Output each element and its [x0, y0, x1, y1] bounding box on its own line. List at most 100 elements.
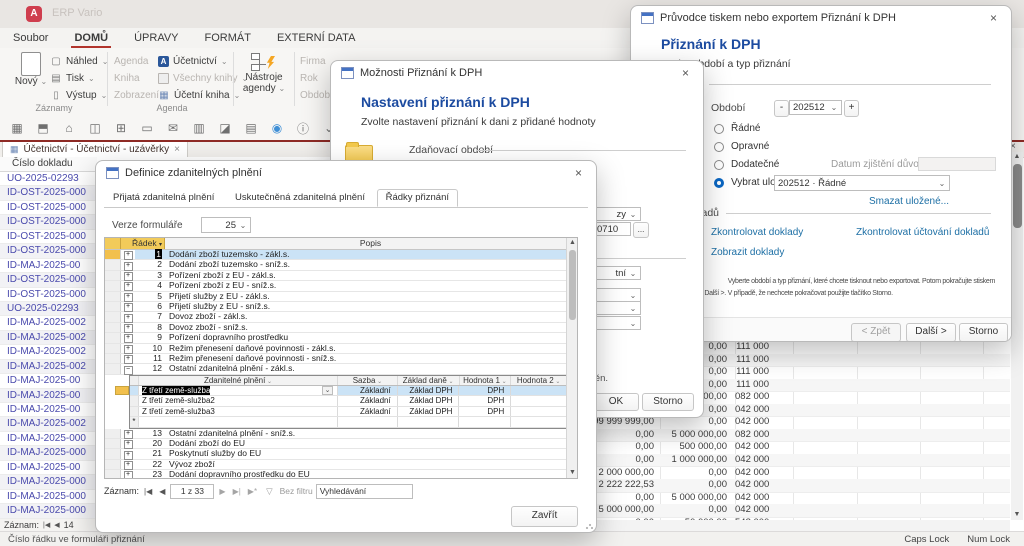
doc-list-item[interactable]: ID-OST-2025-000 — [0, 186, 97, 200]
row-selector[interactable] — [105, 449, 121, 458]
doc-list-item[interactable]: ID-MAJ-2025-000 — [0, 504, 97, 518]
doc-list-item[interactable]: ID-MAJ-2025-002 — [0, 345, 97, 359]
doc-list-item[interactable]: ID-MAJ-2025-00 — [0, 259, 97, 273]
chevron-down-icon[interactable]: ⌄ — [265, 379, 272, 385]
radio-dodatecne-label[interactable]: Dodatečné — [731, 159, 779, 170]
declaration-row[interactable]: +4Pořízení zboží z EU - sníž.s. — [105, 281, 577, 291]
chevron-down-icon[interactable]: ⌄ — [628, 317, 638, 329]
tab-prijata-plneni[interactable]: Přijatá zdanitelná plnění — [104, 189, 223, 207]
prev-record-icon[interactable]: ◀ — [157, 487, 167, 496]
menu-tab-soubor[interactable]: Soubor — [12, 30, 49, 46]
value2-cell[interactable] — [511, 396, 566, 405]
row-selector[interactable] — [105, 429, 121, 438]
browse-button[interactable]: ... — [633, 222, 649, 238]
empty-cell[interactable] — [459, 417, 511, 426]
subtable-new-row[interactable]: * — [130, 417, 566, 427]
radio-radne[interactable] — [714, 124, 724, 134]
rate-cell[interactable]: Základní — [338, 386, 398, 395]
doc-list-item[interactable]: UO-2025-02293 — [0, 172, 97, 186]
empty-cell[interactable] — [338, 417, 398, 426]
doc-list-item[interactable]: ID-OST-2025-000 — [0, 215, 97, 229]
chevron-down-icon[interactable]: ⌄ — [937, 176, 947, 190]
declaration-row[interactable]: +10Režim přenesení daňové povinnosti - z… — [105, 344, 577, 354]
doc-list-item[interactable]: ID-OST-2025-000 — [0, 288, 97, 302]
mail-icon[interactable]: ✉ — [166, 121, 180, 135]
next-button[interactable]: Další > — [906, 323, 956, 342]
filter-icon[interactable]: ▽ — [266, 486, 273, 497]
table-add-icon[interactable]: ⊞ — [114, 121, 128, 135]
next-record-icon[interactable]: ▶ — [217, 487, 227, 496]
doc-list-item[interactable]: ID-OST-2025-000 — [0, 201, 97, 215]
declaration-row[interactable]: +20Dodání zboží do EU — [105, 439, 577, 449]
tab-radky-priznani[interactable]: Řádky přiznání — [377, 189, 458, 207]
doc-list-item[interactable]: ID-MAJ-2025-00 — [0, 461, 97, 475]
expand-toggle-icon[interactable]: + — [121, 354, 135, 363]
value1-cell[interactable]: DPH — [459, 386, 511, 395]
datasheet-scrollbar[interactable]: ▲ ▼ — [566, 238, 577, 478]
new-button[interactable]: Nový ⌄ — [14, 52, 48, 100]
ok-button[interactable]: OK — [593, 393, 639, 411]
chevron-down-icon[interactable]: ⌄ — [375, 379, 382, 385]
doc-list-item[interactable]: ID-MAJ-2025-002 — [0, 331, 97, 345]
declaration-row[interactable]: +13Ostatní zdanitelná plnění - sníž.s. — [105, 429, 577, 439]
declaration-row[interactable]: +8Dovoz zboží - sníž.s. — [105, 323, 577, 333]
menu-tab--pravy[interactable]: ÚPRAVY — [133, 30, 179, 46]
declaration-row[interactable]: +7Dovoz zboží - zákl.s. — [105, 312, 577, 322]
row-selector[interactable] — [105, 250, 121, 259]
show-documents-link[interactable]: Zobrazit doklady — [711, 247, 784, 258]
code-input[interactable]: 0710 — [593, 222, 631, 236]
definition-record-navigator[interactable]: Záznam: |◀ ◀ 1 z 33 ▶ ▶| ▶* ▽ Bez filtru… — [104, 483, 413, 499]
wizard-title-bar[interactable]: Průvodce tiskem nebo exportem Přiznání k… — [631, 6, 1011, 30]
declaration-row[interactable]: −12Ostatní zdanitelná plnění - zákl.s. — [105, 364, 577, 374]
close-icon[interactable]: × — [678, 66, 693, 80]
scroll-up-icon[interactable]: ▲ — [1011, 152, 1023, 162]
value2-cell[interactable] — [511, 386, 566, 395]
cancel-button[interactable]: Storno — [959, 323, 1008, 342]
period-combo[interactable]: 202512 ⌄ — [789, 100, 842, 115]
check-posting-link[interactable]: Zkontrolovat účtování dokladů — [856, 227, 989, 238]
expand-toggle-icon[interactable]: + — [121, 470, 135, 479]
expand-toggle-icon[interactable]: − — [121, 364, 135, 373]
output-button[interactable]: ▯ Výstup⌄ — [50, 88, 107, 102]
expand-toggle-icon[interactable]: + — [121, 271, 135, 280]
expand-toggle-icon[interactable]: + — [121, 439, 135, 448]
report-icon[interactable]: ◪ — [218, 121, 232, 135]
close-dialog-button[interactable]: Zavřít — [511, 506, 578, 527]
empty-cell[interactable] — [139, 417, 338, 426]
options-title-bar[interactable]: Možnosti Přiznání k DPH × — [331, 61, 703, 85]
declaration-row[interactable]: +23Dodání dopravního prostředku do EU — [105, 470, 577, 479]
delete-saved-link[interactable]: Smazat uložené... — [869, 196, 949, 207]
search-input[interactable]: Vyhledávání — [316, 484, 413, 499]
preview-button[interactable]: ▢ Náhled⌄ — [50, 54, 108, 68]
menu-tab-dom-[interactable]: DOMŮ — [73, 30, 109, 46]
radio-vybrat-ulozene[interactable] — [714, 178, 724, 188]
home-icon[interactable]: ⌂ — [62, 121, 76, 135]
accounting-button[interactable]: A Účetnictví⌄ — [158, 54, 228, 68]
menu-tab-extern-data[interactable]: EXTERNÍ DATA — [276, 30, 356, 46]
print-button[interactable]: ▤ Tisk⌄ — [50, 71, 95, 85]
value2-cell[interactable] — [511, 407, 566, 416]
doc-list-item[interactable]: UO-2025-02293 — [0, 302, 97, 316]
selector-header[interactable] — [105, 238, 121, 249]
declaration-row[interactable]: +11Režim přenesení daňové povinnosti - s… — [105, 354, 577, 364]
chevron-down-icon[interactable]: ⌄ — [500, 379, 507, 385]
chevron-down-icon[interactable]: ⌄ — [322, 386, 333, 395]
base-cell[interactable]: Základ DPH — [398, 407, 460, 416]
close-icon[interactable]: × — [571, 166, 586, 180]
archive-icon[interactable]: ⬒ — [36, 121, 50, 135]
first-record-icon[interactable]: |◀ — [142, 487, 154, 496]
chevron-down-icon[interactable]: ⌄ — [628, 267, 638, 279]
doc-list-item[interactable]: ID-OST-2025-000 — [0, 273, 97, 287]
chevron-down-icon[interactable]: ⌄ — [447, 379, 454, 385]
expand-toggle-icon[interactable]: + — [121, 281, 135, 290]
resize-grip[interactable] — [585, 521, 593, 529]
tab-close-icon[interactable]: × — [174, 144, 180, 155]
list-icon[interactable]: ▥ — [192, 121, 206, 135]
scrollbar-thumb[interactable] — [1013, 164, 1022, 228]
radio-opravne[interactable] — [714, 142, 724, 152]
empty-cell[interactable] — [398, 417, 460, 426]
subtable-row[interactable]: Z třetí země-služba3ZákladníZáklad DPHDP… — [130, 407, 566, 417]
tab-uskutecnena-plneni[interactable]: Uskutečněná zdanitelná plnění — [226, 189, 374, 207]
row-selector[interactable] — [130, 407, 139, 416]
subtable-row[interactable]: Z třetí země-služba2ZákladníZáklad DPHDP… — [130, 396, 566, 406]
